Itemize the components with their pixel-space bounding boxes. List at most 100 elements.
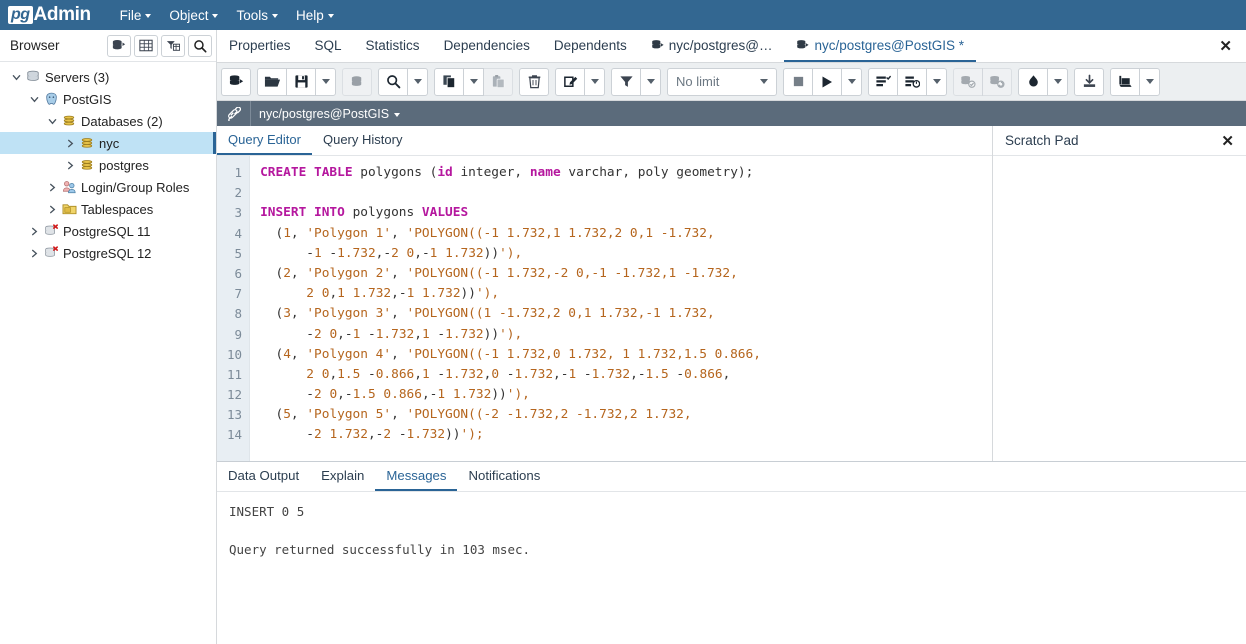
tree-node-postgres[interactable]: postgres: [0, 154, 216, 176]
tree-node-postgresql-11[interactable]: PostgreSQL 11: [0, 220, 216, 242]
download-csv-icon[interactable]: [1074, 68, 1104, 96]
toolbar-group-new: [221, 68, 251, 96]
connect-server-icon[interactable]: [342, 68, 372, 96]
editor-row: Query Editor Query History 1 2 3 4 5 6 7: [217, 126, 1246, 461]
copy-dropdown-icon[interactable]: [463, 68, 484, 96]
filter-table-icon[interactable]: [161, 35, 185, 57]
tree-node-postgis[interactable]: PostGIS: [0, 88, 216, 110]
tab-statistics[interactable]: Statistics: [354, 30, 432, 62]
query-tool-icon: [651, 39, 664, 52]
execute-dropdown-icon[interactable]: [841, 68, 862, 96]
save-dropdown-icon[interactable]: [315, 68, 336, 96]
tab-messages[interactable]: Messages: [375, 462, 457, 491]
clear-icon[interactable]: [1018, 68, 1048, 96]
close-icon[interactable]: ✕: [1221, 132, 1234, 150]
chevron-right-icon[interactable]: [26, 227, 42, 236]
delete-icon[interactable]: [519, 68, 549, 96]
explain-dropdown-icon[interactable]: [926, 68, 947, 96]
toolbar-group-download: [1074, 68, 1104, 96]
tab-properties[interactable]: Properties: [217, 30, 303, 62]
find-dropdown-icon[interactable]: [407, 68, 428, 96]
rollback-icon[interactable]: [982, 68, 1012, 96]
find-icon[interactable]: [378, 68, 408, 96]
menu-file[interactable]: File: [113, 5, 159, 26]
scratch-pad-title: Scratch Pad: [1005, 133, 1079, 148]
menu-help-label: Help: [296, 8, 324, 23]
line-number: 9: [227, 325, 242, 345]
save-file-icon[interactable]: [286, 68, 316, 96]
execute-query-icon[interactable]: [812, 68, 842, 96]
line-number: 7: [227, 284, 242, 304]
tree-node-servers[interactable]: Servers (3): [0, 66, 216, 88]
tree-node-databases[interactable]: Databases (2): [0, 110, 216, 132]
code-line: (2, 'Polygon 2', 'POLYGON((-1 1.732,-2 0…: [260, 264, 992, 284]
code-line: [260, 183, 992, 203]
edit-dropdown-icon[interactable]: [584, 68, 605, 96]
connection-bar: nyc/postgres@PostGIS: [217, 101, 1246, 126]
connection-icon: [217, 101, 251, 126]
menu-tools[interactable]: Tools: [229, 5, 285, 26]
tab-label: SQL: [315, 38, 342, 53]
chevron-right-icon[interactable]: [62, 139, 78, 148]
tab-explain[interactable]: Explain: [310, 462, 375, 491]
tree-node-nyc[interactable]: nyc: [0, 132, 216, 154]
chevron-right-icon[interactable]: [44, 183, 60, 192]
roles-icon: [60, 180, 78, 194]
chevron-down-icon[interactable]: [8, 73, 24, 82]
macros-icon[interactable]: [1110, 68, 1140, 96]
chevron-down-icon[interactable]: [26, 95, 42, 104]
new-query-tool-icon[interactable]: [221, 68, 251, 96]
open-file-icon[interactable]: [257, 68, 287, 96]
connection-selector[interactable]: nyc/postgres@PostGIS: [251, 107, 400, 121]
tab-query-editor[interactable]: Query Editor: [217, 126, 312, 155]
database-icon: [78, 158, 96, 172]
stop-query-icon[interactable]: [783, 68, 813, 96]
servers-icon: [24, 70, 42, 84]
edit-icon[interactable]: [555, 68, 585, 96]
toolbar-group-clear: [1018, 68, 1068, 96]
tab-query-tool-1[interactable]: nyc/postgres@…: [639, 30, 785, 62]
tree-node-postgresql-12[interactable]: PostgreSQL 12: [0, 242, 216, 264]
chevron-right-icon[interactable]: [26, 249, 42, 258]
filter-dropdown-icon[interactable]: [640, 68, 661, 96]
sql-code[interactable]: CREATE TABLE polygons (id integer, name …: [250, 156, 992, 461]
code-line: CREATE TABLE polygons (id integer, name …: [260, 163, 992, 183]
tab-dependents[interactable]: Dependents: [542, 30, 639, 62]
sql-editor[interactable]: 1 2 3 4 5 6 7 8 9 10 11 12 13 14: [217, 156, 992, 461]
results-tab-label: Notifications: [468, 468, 540, 483]
object-explorer-icon[interactable]: [107, 35, 131, 57]
row-limit-select[interactable]: No limit: [667, 68, 777, 96]
explain-icon[interactable]: [868, 68, 898, 96]
menu-help[interactable]: Help: [289, 5, 341, 26]
line-number: 5: [227, 244, 242, 264]
clear-dropdown-icon[interactable]: [1047, 68, 1068, 96]
chevron-right-icon[interactable]: [44, 205, 60, 214]
main-panel: Properties SQL Statistics Dependencies D…: [217, 30, 1246, 644]
close-tab-button[interactable]: ✕: [1205, 30, 1246, 62]
filter-icon[interactable]: [611, 68, 641, 96]
tab-query-tool-2[interactable]: nyc/postgres@PostGIS *: [784, 30, 976, 62]
tab-query-history[interactable]: Query History: [312, 126, 413, 155]
tab-data-output[interactable]: Data Output: [217, 462, 310, 491]
code-line: (5, 'Polygon 5', 'POLYGON((-2 -1.732,2 -…: [260, 405, 992, 425]
chevron-right-icon[interactable]: [62, 161, 78, 170]
commit-icon[interactable]: [953, 68, 983, 96]
grid-icon[interactable]: [134, 35, 158, 57]
databases-icon: [60, 114, 78, 128]
tree-node-login-group-roles[interactable]: Login/Group Roles: [0, 176, 216, 198]
menu-object[interactable]: Object: [162, 5, 225, 26]
chevron-down-icon[interactable]: [44, 117, 60, 126]
search-icon[interactable]: [188, 35, 212, 57]
line-number: 2: [227, 183, 242, 203]
macros-dropdown-icon[interactable]: [1139, 68, 1160, 96]
tree-node-tablespaces[interactable]: Tablespaces: [0, 198, 216, 220]
browser-header: Browser: [0, 30, 216, 62]
paste-icon[interactable]: [483, 68, 513, 96]
tab-dependencies[interactable]: Dependencies: [432, 30, 542, 62]
scratch-pad-textarea[interactable]: [993, 156, 1246, 461]
tab-notifications[interactable]: Notifications: [457, 462, 551, 491]
explain-analyze-icon[interactable]: [897, 68, 927, 96]
copy-icon[interactable]: [434, 68, 464, 96]
results-tab-label: Explain: [321, 468, 364, 483]
tab-sql[interactable]: SQL: [303, 30, 354, 62]
